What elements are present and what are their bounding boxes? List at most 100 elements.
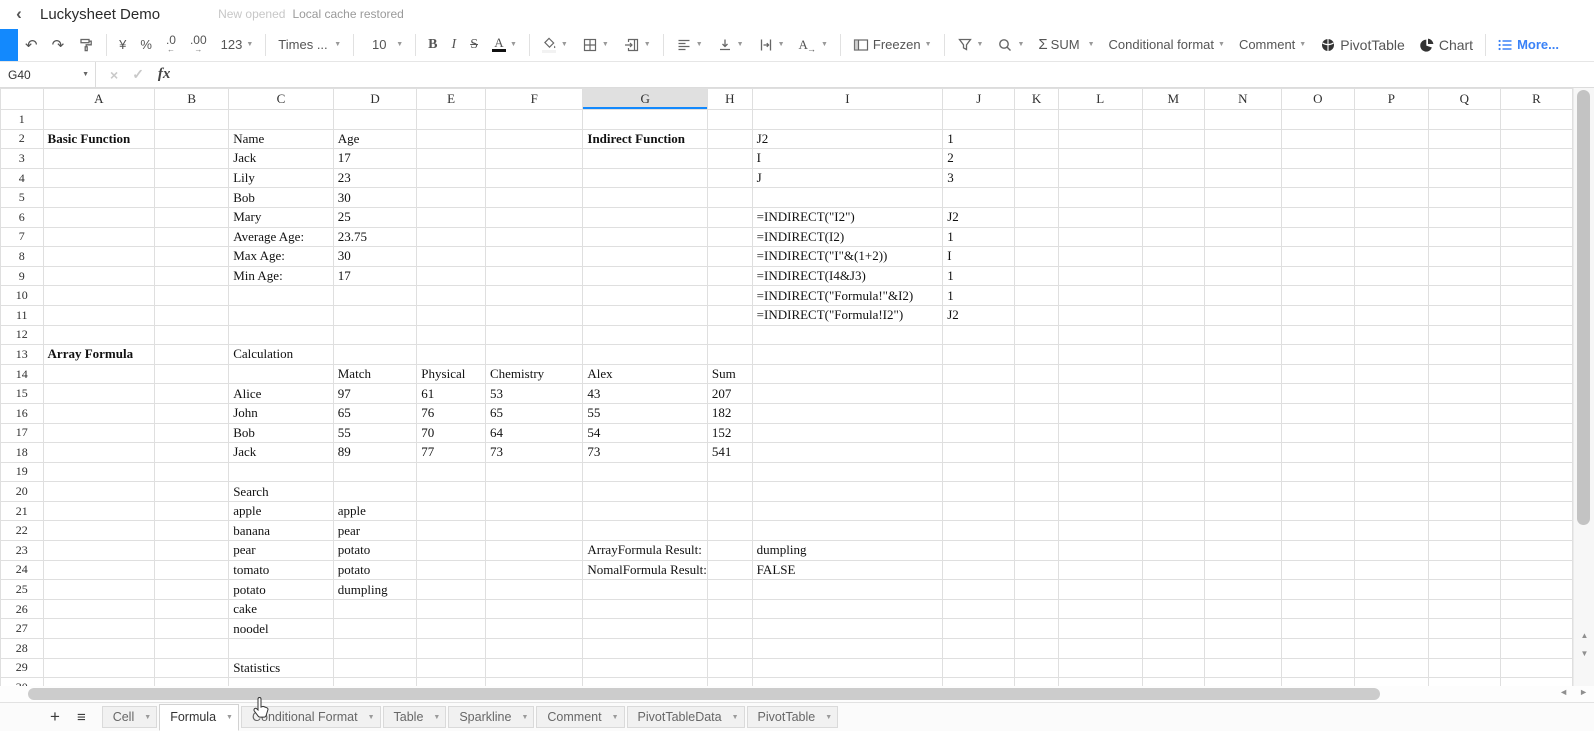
cell-L9[interactable]	[1057, 265, 1143, 287]
cell-H21[interactable]	[706, 500, 753, 522]
cell-B3[interactable]	[154, 148, 230, 169]
cell-H30[interactable]	[706, 677, 753, 686]
cell-M1[interactable]	[1141, 109, 1205, 130]
cell-B8[interactable]	[154, 246, 230, 267]
cell-R5[interactable]	[1499, 187, 1573, 208]
cell-N2[interactable]	[1203, 128, 1282, 150]
row-header-1[interactable]: 1	[0, 109, 44, 130]
currency-format-button[interactable]: ¥	[113, 31, 132, 59]
cell-O10[interactable]	[1280, 285, 1355, 306]
cell-E29[interactable]	[416, 657, 486, 679]
cell-K8[interactable]	[1014, 246, 1059, 267]
cell-H27[interactable]	[706, 618, 753, 640]
cell-G17[interactable]: 54	[582, 422, 708, 444]
cell-R2[interactable]	[1499, 128, 1573, 150]
cell-L11[interactable]	[1057, 304, 1143, 326]
cell-D3[interactable]: 17	[332, 148, 418, 169]
cell-L20[interactable]	[1057, 481, 1143, 502]
cell-N28[interactable]	[1203, 638, 1282, 659]
cell-N12[interactable]	[1203, 324, 1282, 346]
cell-L23[interactable]	[1057, 540, 1143, 561]
cell-D6[interactable]: 25	[332, 206, 418, 228]
cell-Q14[interactable]	[1427, 363, 1501, 385]
cell-K4[interactable]	[1014, 167, 1059, 189]
cell-N19[interactable]	[1203, 461, 1282, 483]
cell-B5[interactable]	[154, 187, 230, 208]
freeze-dropdown[interactable]: Freezen ▼	[847, 31, 938, 59]
cell-I29[interactable]	[751, 657, 944, 679]
cell-I24[interactable]: FALSE	[751, 559, 944, 581]
cell-L4[interactable]	[1057, 167, 1143, 189]
cell-R26[interactable]	[1499, 598, 1573, 620]
cell-J3[interactable]: 2	[942, 148, 1016, 169]
cell-K9[interactable]	[1014, 265, 1059, 287]
cell-A12[interactable]	[42, 324, 156, 346]
cell-M26[interactable]	[1141, 598, 1205, 620]
cell-C24[interactable]: tomato	[228, 559, 334, 581]
cell-I21[interactable]	[751, 500, 944, 522]
cell-D26[interactable]	[332, 598, 418, 620]
row-header-23[interactable]: 23	[0, 540, 44, 561]
cell-D1[interactable]	[332, 109, 418, 130]
row-header-7[interactable]: 7	[0, 226, 44, 248]
cell-F3[interactable]	[484, 148, 584, 169]
cell-E11[interactable]	[416, 304, 486, 326]
chevron-down-icon[interactable]: ▼	[144, 714, 151, 721]
cell-N27[interactable]	[1203, 618, 1282, 640]
cell-R6[interactable]	[1499, 206, 1573, 228]
cell-J7[interactable]: 1	[942, 226, 1016, 248]
cell-N30[interactable]	[1203, 677, 1282, 686]
cell-F9[interactable]	[484, 265, 584, 287]
cell-O27[interactable]	[1280, 618, 1355, 640]
cell-F10[interactable]	[484, 285, 584, 306]
cell-N25[interactable]	[1203, 579, 1282, 600]
cell-E12[interactable]	[416, 324, 486, 346]
cell-F25[interactable]	[484, 579, 584, 600]
cell-K2[interactable]	[1014, 128, 1059, 150]
cell-K5[interactable]	[1014, 187, 1059, 208]
row-header-10[interactable]: 10	[0, 285, 44, 306]
cell-D2[interactable]: Age	[332, 128, 418, 150]
cell-I2[interactable]: J2	[751, 128, 944, 150]
column-header-L[interactable]: L	[1057, 88, 1143, 110]
cell-D30[interactable]	[332, 677, 418, 686]
cell-P27[interactable]	[1353, 618, 1429, 640]
cell-O23[interactable]	[1280, 540, 1355, 561]
cell-B22[interactable]	[154, 520, 230, 542]
cell-F2[interactable]	[484, 128, 584, 150]
cell-C30[interactable]	[228, 677, 334, 686]
column-header-E[interactable]: E	[416, 88, 486, 110]
cell-M12[interactable]	[1141, 324, 1205, 346]
cell-P3[interactable]	[1353, 148, 1429, 169]
cell-R15[interactable]	[1499, 383, 1573, 404]
cell-A17[interactable]	[42, 422, 156, 444]
cell-N11[interactable]	[1203, 304, 1282, 326]
cell-P7[interactable]	[1353, 226, 1429, 248]
cell-G21[interactable]	[582, 500, 708, 522]
scroll-right-icon[interactable]: ►	[1579, 687, 1588, 697]
cell-A22[interactable]	[42, 520, 156, 542]
cell-K26[interactable]	[1014, 598, 1059, 620]
cell-L19[interactable]	[1057, 461, 1143, 483]
cell-A29[interactable]	[42, 657, 156, 679]
cell-C15[interactable]: Alice	[228, 383, 334, 404]
cell-O14[interactable]	[1280, 363, 1355, 385]
cell-K17[interactable]	[1014, 422, 1059, 444]
cell-G15[interactable]: 43	[582, 383, 708, 404]
cell-P8[interactable]	[1353, 246, 1429, 267]
cell-H19[interactable]	[706, 461, 753, 483]
cell-D4[interactable]: 23	[332, 167, 418, 189]
cell-J21[interactable]	[942, 500, 1016, 522]
cell-Q13[interactable]	[1427, 344, 1501, 365]
cell-K1[interactable]	[1014, 109, 1059, 130]
cell-F23[interactable]	[484, 540, 584, 561]
cell-H11[interactable]	[706, 304, 753, 326]
cell-K16[interactable]	[1014, 402, 1059, 424]
cell-M13[interactable]	[1141, 344, 1205, 365]
cell-O9[interactable]	[1280, 265, 1355, 287]
cell-L13[interactable]	[1057, 344, 1143, 365]
cell-H13[interactable]	[706, 344, 753, 365]
row-header-29[interactable]: 29	[0, 657, 44, 679]
cell-A20[interactable]	[42, 481, 156, 502]
cell-R17[interactable]	[1499, 422, 1573, 444]
